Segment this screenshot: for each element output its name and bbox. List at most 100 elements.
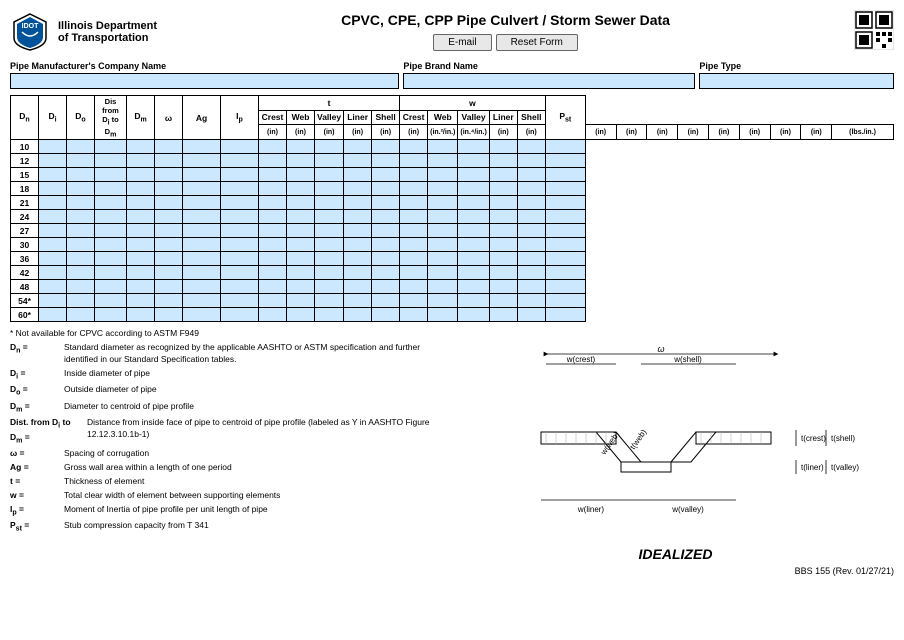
table-cell[interactable] xyxy=(259,280,287,294)
table-cell[interactable] xyxy=(545,168,585,182)
table-cell[interactable] xyxy=(127,182,155,196)
table-cell[interactable] xyxy=(183,238,221,252)
cell-input[interactable] xyxy=(157,143,180,152)
table-cell[interactable] xyxy=(517,210,545,224)
cell-input[interactable] xyxy=(41,185,64,194)
cell-input[interactable] xyxy=(185,311,218,320)
table-cell[interactable] xyxy=(155,280,183,294)
cell-input[interactable] xyxy=(520,143,543,152)
table-cell[interactable] xyxy=(221,154,259,168)
table-cell[interactable] xyxy=(489,266,517,280)
cell-input[interactable] xyxy=(185,297,218,306)
table-cell[interactable] xyxy=(39,280,67,294)
table-cell[interactable] xyxy=(95,182,127,196)
table-cell[interactable] xyxy=(428,140,458,154)
cell-input[interactable] xyxy=(460,283,486,292)
table-cell[interactable] xyxy=(39,224,67,238)
cell-input[interactable] xyxy=(374,255,397,264)
table-cell[interactable] xyxy=(458,224,489,238)
cell-input[interactable] xyxy=(520,283,543,292)
table-cell[interactable] xyxy=(287,140,315,154)
table-cell[interactable] xyxy=(344,196,372,210)
table-cell[interactable] xyxy=(344,252,372,266)
cell-input[interactable] xyxy=(97,213,124,222)
table-cell[interactable] xyxy=(372,196,400,210)
table-cell[interactable] xyxy=(517,140,545,154)
table-cell[interactable] xyxy=(545,238,585,252)
table-cell[interactable] xyxy=(400,182,428,196)
table-cell[interactable] xyxy=(428,210,458,224)
cell-input[interactable] xyxy=(223,199,256,208)
cell-input[interactable] xyxy=(346,283,369,292)
cell-input[interactable] xyxy=(261,255,284,264)
cell-input[interactable] xyxy=(97,297,124,306)
table-cell[interactable] xyxy=(489,182,517,196)
cell-input[interactable] xyxy=(430,213,455,222)
cell-input[interactable] xyxy=(223,185,256,194)
cell-input[interactable] xyxy=(41,213,64,222)
cell-input[interactable] xyxy=(69,199,92,208)
table-cell[interactable] xyxy=(155,252,183,266)
table-cell[interactable] xyxy=(315,210,344,224)
table-cell[interactable] xyxy=(372,140,400,154)
cell-input[interactable] xyxy=(129,297,152,306)
table-cell[interactable] xyxy=(489,308,517,322)
table-cell[interactable] xyxy=(428,252,458,266)
cell-input[interactable] xyxy=(317,283,341,292)
cell-input[interactable] xyxy=(185,185,218,194)
cell-input[interactable] xyxy=(402,199,425,208)
table-cell[interactable] xyxy=(127,280,155,294)
table-cell[interactable] xyxy=(95,252,127,266)
cell-input[interactable] xyxy=(289,199,312,208)
cell-input[interactable] xyxy=(41,143,64,152)
cell-input[interactable] xyxy=(69,227,92,236)
cell-input[interactable] xyxy=(261,171,284,180)
cell-input[interactable] xyxy=(374,227,397,236)
cell-input[interactable] xyxy=(223,255,256,264)
cell-input[interactable] xyxy=(492,255,515,264)
reset-button[interactable]: Reset Form xyxy=(496,34,578,51)
table-cell[interactable] xyxy=(39,238,67,252)
table-cell[interactable] xyxy=(545,252,585,266)
table-cell[interactable] xyxy=(259,224,287,238)
table-cell[interactable] xyxy=(127,238,155,252)
table-cell[interactable] xyxy=(400,308,428,322)
cell-input[interactable] xyxy=(317,171,341,180)
table-cell[interactable] xyxy=(428,266,458,280)
cell-input[interactable] xyxy=(129,269,152,278)
table-cell[interactable] xyxy=(344,294,372,308)
cell-input[interactable] xyxy=(289,227,312,236)
table-cell[interactable] xyxy=(127,308,155,322)
cell-input[interactable] xyxy=(261,311,284,320)
cell-input[interactable] xyxy=(548,213,583,222)
cell-input[interactable] xyxy=(460,185,486,194)
cell-input[interactable] xyxy=(289,283,312,292)
cell-input[interactable] xyxy=(492,143,515,152)
table-cell[interactable]: 48 xyxy=(11,280,39,294)
cell-input[interactable] xyxy=(374,199,397,208)
cell-input[interactable] xyxy=(548,297,583,306)
table-cell[interactable] xyxy=(183,210,221,224)
cell-input[interactable] xyxy=(317,199,341,208)
cell-input[interactable] xyxy=(97,185,124,194)
table-cell[interactable] xyxy=(458,196,489,210)
table-cell[interactable] xyxy=(67,168,95,182)
cell-input[interactable] xyxy=(261,227,284,236)
cell-input[interactable] xyxy=(460,143,486,152)
table-cell[interactable]: 54* xyxy=(11,294,39,308)
cell-input[interactable] xyxy=(460,241,486,250)
table-cell[interactable] xyxy=(372,308,400,322)
table-cell[interactable] xyxy=(489,294,517,308)
table-cell[interactable] xyxy=(315,280,344,294)
table-cell[interactable] xyxy=(127,252,155,266)
cell-input[interactable] xyxy=(129,171,152,180)
cell-input[interactable] xyxy=(317,213,341,222)
table-cell[interactable] xyxy=(95,168,127,182)
cell-input[interactable] xyxy=(185,227,218,236)
table-cell[interactable]: 60* xyxy=(11,308,39,322)
table-cell[interactable]: 12 xyxy=(11,154,39,168)
cell-input[interactable] xyxy=(185,157,218,166)
table-cell[interactable] xyxy=(545,308,585,322)
table-cell[interactable] xyxy=(183,280,221,294)
table-cell[interactable] xyxy=(517,196,545,210)
